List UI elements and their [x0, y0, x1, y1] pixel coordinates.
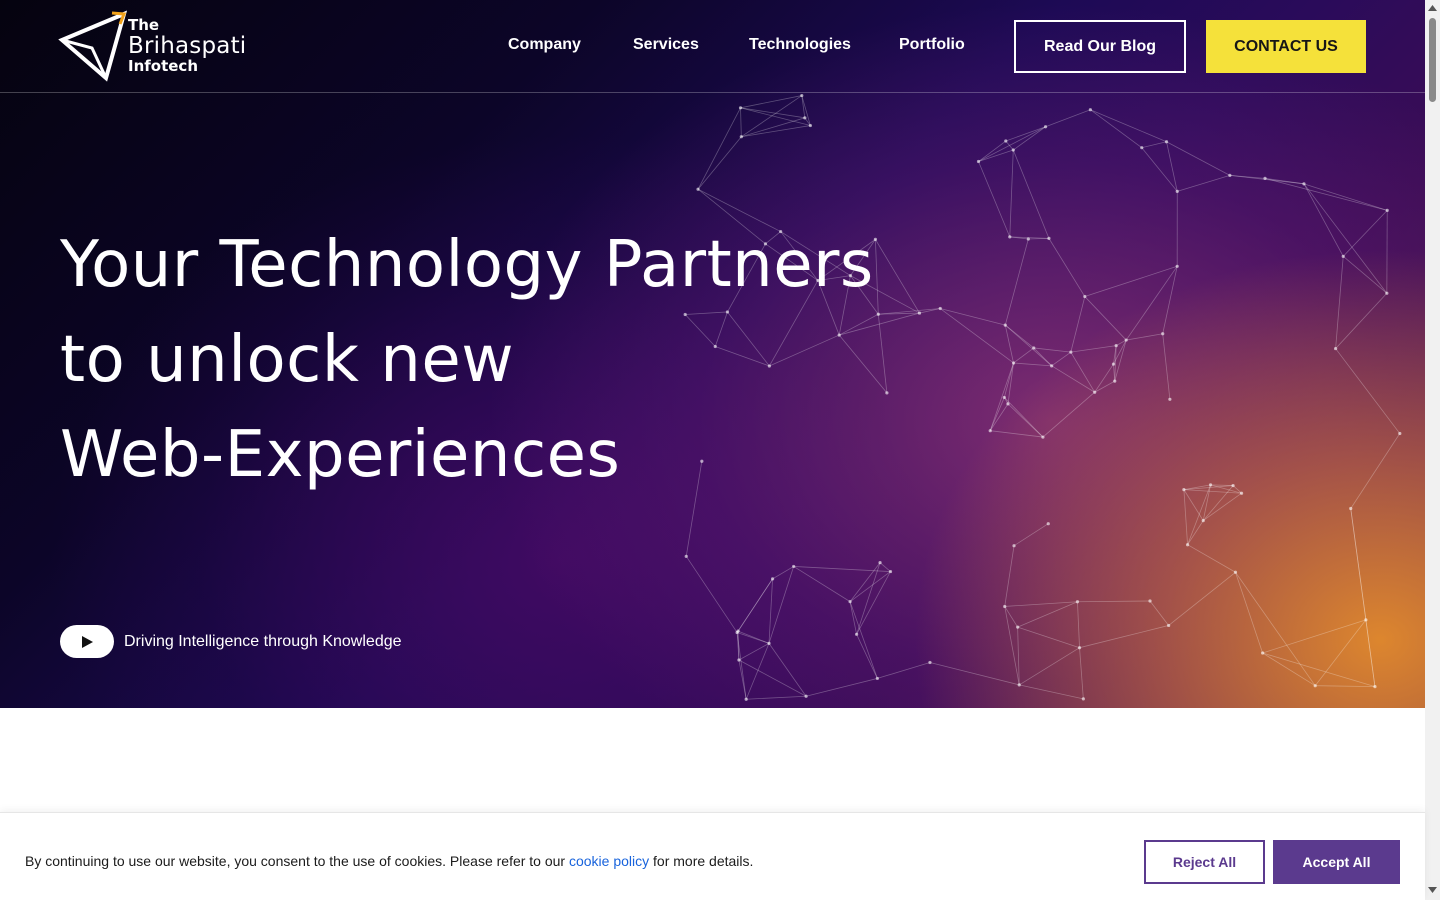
hero-headline: Your Technology Partners to unlock new W… — [60, 218, 874, 503]
logo-mark-icon — [58, 10, 128, 82]
brand-logo[interactable]: The Brihaspati Infotech — [58, 10, 248, 82]
read-blog-button[interactable]: Read Our Blog — [1014, 20, 1186, 73]
site-header: The Brihaspati Infotech Company Services… — [0, 0, 1425, 93]
logo-wordmark: The Brihaspati Infotech — [128, 18, 246, 74]
cookie-policy-link[interactable]: cookie policy — [569, 853, 649, 869]
nav-services[interactable]: Services — [633, 36, 699, 54]
logo-line-1: The — [128, 16, 160, 34]
play-video-button[interactable] — [60, 625, 114, 658]
headline-line-2: to unlock new — [60, 323, 515, 397]
logo-line-3: Infotech — [128, 57, 199, 75]
nav-portfolio[interactable]: Portfolio — [899, 36, 965, 54]
headline-line-1: Your Technology Partners — [60, 228, 874, 302]
scroll-up-arrow-icon[interactable] — [1428, 4, 1437, 12]
play-icon — [82, 635, 93, 648]
tagline-text: Driving Intelligence through Knowledge — [124, 632, 402, 650]
nav-company[interactable]: Company — [508, 36, 581, 54]
page-scrollbar[interactable] — [1425, 0, 1440, 900]
cookie-text-before: By continuing to use our website, you co… — [25, 853, 569, 869]
cookie-message: By continuing to use our website, you co… — [25, 853, 753, 869]
cookie-banner: By continuing to use our website, you co… — [0, 812, 1425, 900]
accept-all-button[interactable]: Accept All — [1273, 840, 1400, 884]
headline-line-3: Web-Experiences — [60, 418, 621, 492]
logo-line-2: Brihaspati — [128, 33, 247, 59]
scrollbar-thumb[interactable] — [1429, 18, 1436, 102]
hero-tagline: Driving Intelligence through Knowledge — [60, 625, 402, 658]
reject-all-button[interactable]: Reject All — [1144, 840, 1265, 884]
contact-us-button[interactable]: CONTACT US — [1206, 20, 1366, 73]
cookie-text-after: for more details. — [649, 853, 754, 869]
nav-technologies[interactable]: Technologies — [749, 36, 851, 54]
scroll-down-arrow-icon[interactable] — [1428, 886, 1437, 894]
